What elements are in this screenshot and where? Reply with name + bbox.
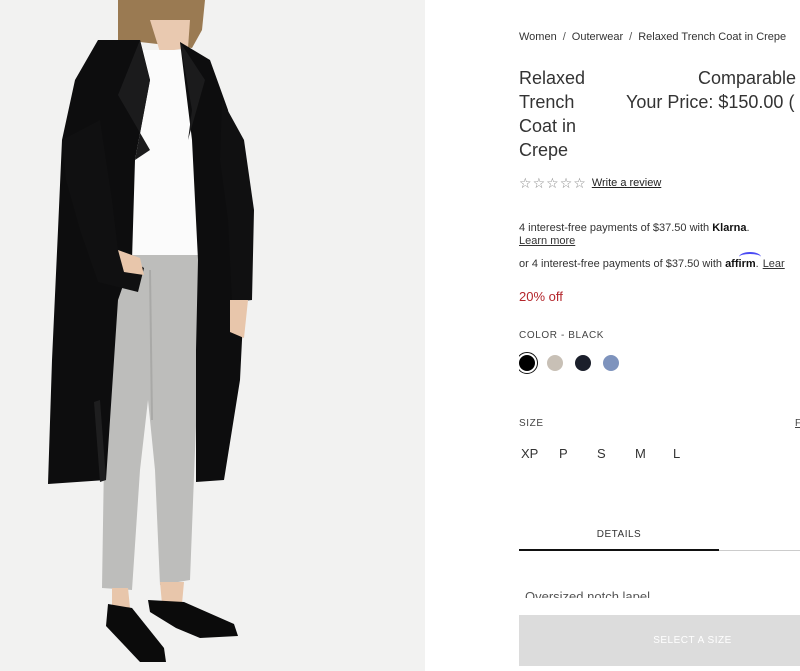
comparable-price-label: Comparable <box>698 68 797 88</box>
tab-details[interactable]: DETAILS <box>519 529 719 540</box>
star-rating: ☆ ☆ ☆ ☆ ☆ <box>519 176 586 190</box>
size-option-xp[interactable]: XP <box>521 446 559 461</box>
color-label-text: COLOR - <box>519 330 565 341</box>
affirm-logo: affirm <box>725 252 762 270</box>
affirm-text: or 4 interest-free payments of $37.50 wi… <box>519 258 726 270</box>
discount-badge: 20% off <box>519 289 563 304</box>
star-icon: ☆ <box>546 175 559 191</box>
klarna-text: 4 interest-free payments of $37.50 with <box>519 222 713 234</box>
klarna-logo: Klarna <box>712 222 747 234</box>
rating: ☆ ☆ ☆ ☆ ☆ Write a review <box>519 176 661 190</box>
color-swatches <box>519 352 619 374</box>
write-review-link[interactable]: Write a review <box>592 177 661 189</box>
klarna-installments: 4 interest-free payments of $37.50 with … <box>519 222 750 234</box>
color-swatch-blue[interactable] <box>603 355 619 371</box>
tab-active-indicator <box>519 549 719 551</box>
selected-color-name: BLACK <box>568 330 605 341</box>
breadcrumb-separator: / <box>562 31 566 43</box>
color-label: COLOR - BLACK <box>519 330 604 341</box>
color-swatch-stone[interactable] <box>547 355 563 371</box>
breadcrumb-separator: / <box>629 31 633 43</box>
size-options: XP P S M L <box>521 446 711 461</box>
details-preview-text: Oversized notch lapel <box>525 589 651 598</box>
breadcrumb-item-women[interactable]: Women <box>519 31 557 43</box>
color-swatch-black[interactable] <box>519 352 538 374</box>
affirm-arc-icon <box>739 252 762 262</box>
breadcrumb-item-outerwear[interactable]: Outerwear <box>572 31 623 43</box>
product-title: Relaxed Trench Coat in Crepe <box>519 68 586 160</box>
affirm-installments: or 4 interest-free payments of $37.50 wi… <box>519 252 785 270</box>
star-icon: ☆ <box>532 175 546 191</box>
tab-divider <box>719 550 800 551</box>
star-icon: ☆ <box>559 175 573 191</box>
your-price: Your Price: $150.00 ( <box>626 92 795 112</box>
select-size-button[interactable]: SELECT A SIZE <box>519 615 800 666</box>
klarna-suffix: . <box>746 222 750 234</box>
size-option-l[interactable]: L <box>673 446 711 461</box>
color-swatch-navy[interactable] <box>575 355 591 371</box>
klarna-learn-more-link[interactable]: Learn more <box>519 235 575 247</box>
star-icon: ☆ <box>519 175 532 191</box>
affirm-learn-more-link[interactable]: Lear <box>763 258 785 270</box>
product-info-panel: Women / Outerwear / Relaxed Trench Coat in C… <box>519 0 800 671</box>
breadcrumb: Women / Outerwear / Relaxed Trench Coat in C… <box>519 31 786 43</box>
product-tabs: DETAILS <box>519 529 800 553</box>
size-option-m[interactable]: M <box>635 446 673 461</box>
size-option-p[interactable]: P <box>559 446 597 461</box>
model-illustration <box>0 0 425 671</box>
size-guide-link[interactable]: F <box>795 418 800 429</box>
star-icon: ☆ <box>573 175 586 191</box>
product-image[interactable] <box>0 0 425 671</box>
breadcrumb-item-current[interactable]: Relaxed Trench Coat in Crepe <box>638 31 786 43</box>
size-label: SIZE <box>519 418 544 429</box>
size-option-s[interactable]: S <box>597 446 635 461</box>
